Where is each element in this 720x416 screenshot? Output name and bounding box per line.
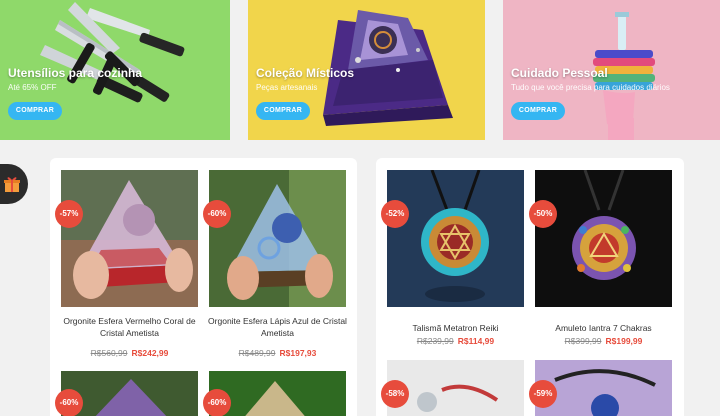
banner-subtitle: Até 65% OFF xyxy=(8,83,57,92)
banner-subtitle: Tudo que você precisa para cuidados diár… xyxy=(511,83,670,92)
banner-title: Utensílios para cozinha xyxy=(8,66,143,80)
discount-badge: -60% xyxy=(55,389,83,416)
product-name[interactable]: Amuleto Iantra 7 Chakras xyxy=(527,322,680,334)
price-row: R$239,99 R$114,99 xyxy=(387,336,524,346)
old-price: R$239,99 xyxy=(416,336,454,346)
price-row: R$489,99 R$197,93 xyxy=(209,348,346,358)
old-price: R$399,99 xyxy=(564,336,602,346)
price: R$114,99 xyxy=(457,336,495,346)
product-image xyxy=(209,371,346,416)
price: R$197,93 xyxy=(279,348,317,358)
product-image xyxy=(209,170,346,307)
price-row: R$560,99 R$242,99 xyxy=(61,348,198,358)
product-panel-amulets: -52% Talismã Metatron Reiki R$239,99 R$11… xyxy=(376,158,684,416)
discount-badge: -59% xyxy=(529,380,557,408)
gift-icon xyxy=(4,177,20,192)
discount-badge: -52% xyxy=(381,200,409,228)
discount-badge: -58% xyxy=(381,380,409,408)
banner-title: Cuidado Pessoal xyxy=(511,66,608,80)
shop-button[interactable]: COMPRAR xyxy=(256,102,310,120)
discount-badge: -60% xyxy=(203,200,231,228)
discount-badge: -57% xyxy=(55,200,83,228)
banner-subtitle: Peças artesanais xyxy=(256,83,318,92)
banner-kitchen[interactable]: Utensílios para cozinha Até 65% OFF COMP… xyxy=(0,0,230,140)
price: R$199,99 xyxy=(605,336,643,346)
old-price: R$560,99 xyxy=(90,348,128,358)
old-price: R$489,99 xyxy=(238,348,276,358)
product-image xyxy=(61,170,198,307)
banner-title: Coleção Místicos xyxy=(256,66,355,80)
banner-mystic[interactable]: Coleção Místicos Peças artesanais COMPRA… xyxy=(248,0,485,140)
product-name[interactable]: Orgonite Esfera Lápis Azul de Cristal Am… xyxy=(201,315,354,339)
shop-button[interactable]: COMPRAR xyxy=(511,102,565,120)
product-image xyxy=(387,170,524,307)
product-name[interactable]: Talismã Metatron Reiki xyxy=(379,322,532,334)
discount-badge: -60% xyxy=(203,389,231,416)
product-name[interactable]: Orgonite Esfera Vermelho Coral de Crista… xyxy=(53,315,206,339)
product-image xyxy=(535,170,672,307)
banner-personal-care[interactable]: Cuidado Pessoal Tudo que você precisa pa… xyxy=(503,0,720,140)
product-image xyxy=(61,371,198,416)
price-row: R$399,99 R$199,99 xyxy=(535,336,672,346)
gift-button[interactable] xyxy=(0,164,28,204)
shop-button[interactable]: COMPRAR xyxy=(8,102,62,120)
discount-badge: -50% xyxy=(529,200,557,228)
price: R$242,99 xyxy=(131,348,169,358)
product-panel-orgonites: -57% Orgonite Esfera Vermelho Coral de C… xyxy=(50,158,357,416)
